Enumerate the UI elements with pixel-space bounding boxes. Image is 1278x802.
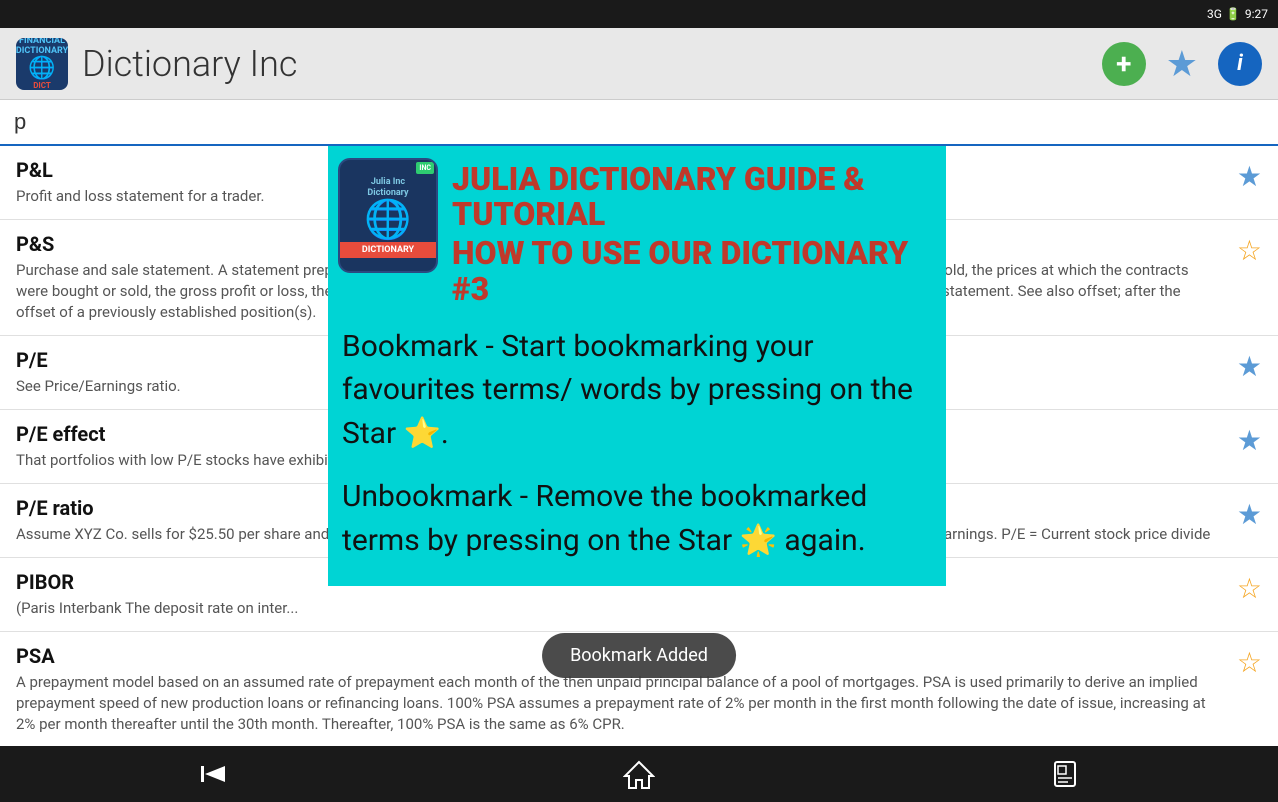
tutorial-unbookmark-text: Unbookmark - Remove the bookmarked terms… <box>342 475 926 562</box>
bookmark-pl[interactable]: ★ <box>1237 160 1262 193</box>
logo-globe-icon: 🌐 <box>364 198 411 242</box>
app-icon: FINANCIALDICTIONARY 🌐 DICT <box>16 38 68 90</box>
dict-def-pibor: (Paris Interbank The deposit rate on int… <box>16 598 1217 619</box>
back-icon <box>197 758 229 790</box>
home-button[interactable] <box>593 750 685 798</box>
dict-def-psa: A prepayment model based on an assumed r… <box>16 672 1217 735</box>
recents-icon <box>1049 758 1081 790</box>
signal-icon: 3G <box>1207 7 1222 21</box>
app-header: FINANCIALDICTIONARY 🌐 DICT Dictionary In… <box>0 28 1278 100</box>
app-title: Dictionary Inc <box>82 43 1102 85</box>
tutorial-header: INC Julia IncDictionary 🌐 DICTIONARY JUL… <box>328 146 946 307</box>
nav-bar <box>0 746 1278 802</box>
bookmark-ps[interactable]: ☆ <box>1237 234 1262 267</box>
tutorial-title-line1: JULIA DICTIONARY GUIDE & TUTORIAL <box>452 162 932 232</box>
bookmarks-button[interactable]: ★ <box>1166 43 1198 85</box>
logo-top-text: Julia IncDictionary <box>363 173 412 199</box>
logo-bottom-text: DICTIONARY <box>340 242 436 258</box>
main-content: P&L Profit and loss statement for a trad… <box>0 146 1278 746</box>
search-bar <box>0 100 1278 146</box>
status-bar: 3G 🔋 9:27 <box>0 0 1278 28</box>
status-icons: 3G 🔋 9:27 <box>1207 7 1268 21</box>
tutorial-title-line2: HOW TO USE OUR DICTIONARY #3 <box>452 236 932 306</box>
back-button[interactable] <box>167 750 259 798</box>
home-icon <box>623 758 655 790</box>
time-display: 9:27 <box>1245 7 1268 21</box>
recents-button[interactable] <box>1019 750 1111 798</box>
bookmark-pe[interactable]: ★ <box>1237 350 1262 383</box>
bookmark-psa[interactable]: ☆ <box>1237 646 1262 679</box>
tutorial-logo: INC Julia IncDictionary 🌐 DICTIONARY <box>338 158 438 273</box>
tutorial-title-block: JULIA DICTIONARY GUIDE & TUTORIAL HOW TO… <box>438 158 932 307</box>
add-button[interactable]: + <box>1102 42 1146 86</box>
logo-badge: INC <box>416 162 434 174</box>
header-actions: + ★ i <box>1102 42 1262 86</box>
info-button[interactable]: i <box>1218 42 1262 86</box>
tutorial-overlay: INC Julia IncDictionary 🌐 DICTIONARY JUL… <box>328 146 946 586</box>
bookmark-pe-ratio[interactable]: ★ <box>1237 498 1262 531</box>
battery-icon: 🔋 <box>1226 7 1241 21</box>
bookmark-pe-effect[interactable]: ★ <box>1237 424 1262 457</box>
tutorial-body: Bookmark - Start bookmarking your favour… <box>328 307 946 587</box>
bookmark-pibor[interactable]: ☆ <box>1237 572 1262 605</box>
bookmark-toast: Bookmark Added <box>542 633 736 678</box>
tutorial-bookmark-text: Bookmark - Start bookmarking your favour… <box>342 325 926 456</box>
search-input[interactable] <box>14 100 1264 144</box>
